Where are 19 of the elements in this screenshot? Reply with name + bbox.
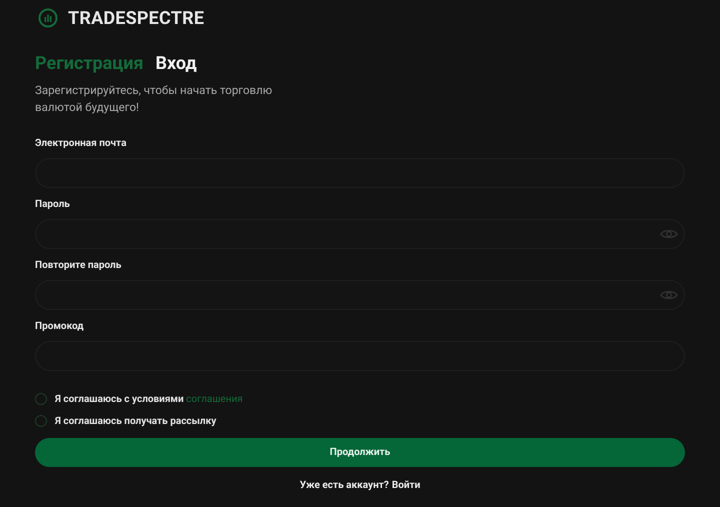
field-label: Электронная почта [35, 138, 128, 151]
continue-button[interactable]: Продолжить [35, 438, 685, 467]
eye-icon[interactable] [660, 228, 678, 240]
checkbox[interactable] [35, 415, 47, 427]
brand-name: TRADESPECTRE [68, 8, 204, 28]
subtitle: Зарегистрируйтесь, чтобы начать торговлю валютой будущего! [35, 82, 274, 116]
checkbox-label: Я соглашаюсь получать рассылку [55, 416, 216, 426]
field-label: Промокод [35, 321, 85, 334]
input-field[interactable] [35, 280, 685, 310]
field-label: Повторите пароль [35, 260, 122, 273]
checkbox-label: Я соглашаюсь с условиями соглашения [55, 394, 243, 404]
login-link[interactable]: Войти [392, 480, 420, 491]
checkbox[interactable] [35, 393, 47, 405]
input-field[interactable] [35, 219, 685, 249]
eye-icon[interactable] [660, 289, 678, 301]
tab[interactable]: Вход [156, 53, 197, 74]
field-label: Пароль [35, 199, 71, 212]
logo-icon [38, 8, 58, 28]
footer-text: Уже есть аккаунт? [300, 480, 389, 491]
